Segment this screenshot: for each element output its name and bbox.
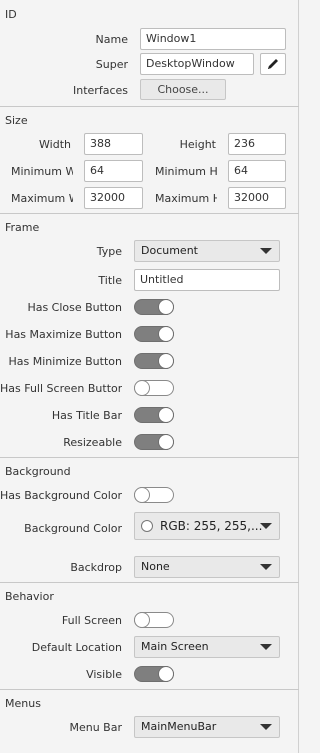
toggle-knob <box>134 380 150 396</box>
title-bar-toggle[interactable] <box>134 407 174 423</box>
toggle-knob <box>158 299 174 315</box>
minimize-button-toggle[interactable] <box>134 353 174 369</box>
section-divider <box>0 106 299 107</box>
toggle-knob <box>158 666 174 682</box>
backdrop-select-value: None <box>141 560 170 573</box>
section-title-size: Size <box>5 114 28 127</box>
toggle-knob <box>158 407 174 423</box>
default-location-value: Main Screen <box>141 640 209 653</box>
choose-interfaces-button[interactable]: Choose... <box>140 79 226 100</box>
name-field[interactable]: Window1 <box>140 28 286 50</box>
min-height-field[interactable]: 64 <box>228 160 286 182</box>
type-select-value: Document <box>141 244 198 257</box>
background-color-label: Background Color <box>24 522 122 535</box>
full-screen-toggle[interactable] <box>134 612 174 628</box>
section-divider <box>0 213 299 214</box>
section-divider <box>0 689 299 690</box>
visible-label: Visible <box>86 668 122 681</box>
background-color-select[interactable]: RGB: 255, 255,... <box>134 512 280 540</box>
color-swatch-icon <box>141 520 153 532</box>
close-button-label: Has Close Button <box>27 301 122 314</box>
maximize-button-label: Has Maximize Button <box>5 328 122 341</box>
background-color-value: RGB: 255, 255,... <box>160 519 263 533</box>
interfaces-label: Interfaces <box>73 84 128 97</box>
resizeable-toggle[interactable] <box>134 434 174 450</box>
maximize-button-toggle[interactable] <box>134 326 174 342</box>
visible-toggle[interactable] <box>134 666 174 682</box>
menu-bar-label: Menu Bar <box>69 721 122 734</box>
chevron-down-icon <box>260 724 272 730</box>
title-bar-label: Has Title Bar <box>51 409 122 422</box>
resizeable-label: Resizeable <box>63 436 122 449</box>
type-label: Type <box>96 245 122 258</box>
min-height-label: Minimum He <box>155 165 217 178</box>
section-title-id: ID <box>5 8 17 21</box>
min-width-field[interactable]: 64 <box>84 160 143 182</box>
menu-bar-select[interactable]: MainMenuBar <box>134 716 280 738</box>
max-width-field[interactable]: 32000 <box>84 187 143 209</box>
default-location-select[interactable]: Main Screen <box>134 636 280 658</box>
toggle-knob <box>158 434 174 450</box>
width-field[interactable]: 388 <box>84 133 143 155</box>
max-height-field[interactable]: 32000 <box>228 187 286 209</box>
super-label: Super <box>95 58 128 71</box>
fullscreen-button-toggle[interactable] <box>134 380 174 396</box>
chevron-down-icon <box>260 523 272 529</box>
edit-super-button[interactable] <box>260 53 286 75</box>
has-background-color-toggle[interactable] <box>134 487 174 503</box>
section-title-background: Background <box>5 465 71 478</box>
height-label: Height <box>179 138 216 151</box>
close-button-toggle[interactable] <box>134 299 174 315</box>
default-location-label: Default Location <box>31 641 122 654</box>
min-width-label: Minimum Wi <box>11 165 73 178</box>
section-divider <box>0 582 299 583</box>
section-divider <box>0 457 299 458</box>
chevron-down-icon <box>260 644 272 650</box>
title-field[interactable]: Untitled <box>134 269 280 291</box>
chevron-down-icon <box>260 564 272 570</box>
menu-bar-value: MainMenuBar <box>141 720 217 733</box>
has-background-color-label: Has Background Color <box>0 489 122 502</box>
max-width-label: Maximum W <box>11 192 73 205</box>
name-label: Name <box>95 33 128 46</box>
title-label: Title <box>98 274 122 287</box>
minimize-button-label: Has Minimize Button <box>8 355 122 368</box>
max-height-label: Maximum H <box>155 192 217 205</box>
section-title-frame: Frame <box>5 221 40 234</box>
width-label: Width <box>39 138 71 151</box>
chevron-down-icon <box>260 248 272 254</box>
fullscreen-button-label: Has Full Screen Button <box>0 382 122 395</box>
toggle-knob <box>134 612 150 628</box>
section-title-behavior: Behavior <box>5 590 54 603</box>
toggle-knob <box>158 326 174 342</box>
toggle-knob <box>134 487 150 503</box>
super-field[interactable]: DesktopWindow <box>140 53 254 75</box>
backdrop-label: Backdrop <box>70 561 122 574</box>
toggle-knob <box>158 353 174 369</box>
height-field[interactable]: 236 <box>228 133 286 155</box>
full-screen-label: Full Screen <box>61 614 122 627</box>
pencil-icon <box>268 59 278 69</box>
section-title-menus: Menus <box>5 697 41 710</box>
backdrop-select[interactable]: None <box>134 556 280 578</box>
type-select[interactable]: Document <box>134 240 280 262</box>
inspector-panel: ID Name Window1 Super DesktopWindow Inte… <box>0 0 299 753</box>
